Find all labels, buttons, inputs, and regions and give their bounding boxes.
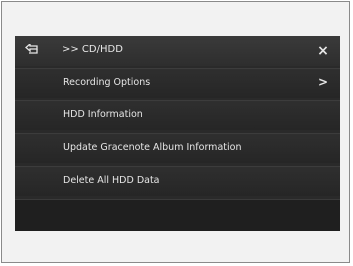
figure-frame: >> CD/HDD × Recording Options > HDD Info…	[1, 1, 350, 263]
chevron-right-icon: >	[317, 75, 328, 89]
menu-item-hdd-information[interactable]: HDD Information	[15, 100, 340, 130]
menu-item-label: Recording Options	[63, 77, 151, 88]
close-button[interactable]: ×	[313, 41, 333, 61]
navigation-screen: >> CD/HDD × Recording Options > HDD Info…	[15, 36, 340, 231]
menu-item-delete-all-hdd-data[interactable]: Delete All HDD Data	[15, 166, 340, 196]
menu-item-label: Update Gracenote Album Information	[63, 142, 242, 153]
menu-item-label: Delete All HDD Data	[63, 175, 160, 186]
breadcrumb: >> CD/HDD	[62, 44, 123, 55]
title-bar: >> CD/HDD ×	[15, 36, 340, 66]
back-button[interactable]	[20, 40, 44, 62]
menu-item-recording-options[interactable]: Recording Options >	[15, 68, 340, 98]
menu-item-label: HDD Information	[63, 109, 143, 120]
back-arrow-icon	[25, 44, 38, 54]
bottom-bar	[15, 199, 340, 231]
menu-item-update-gracenote[interactable]: Update Gracenote Album Information	[15, 133, 340, 163]
